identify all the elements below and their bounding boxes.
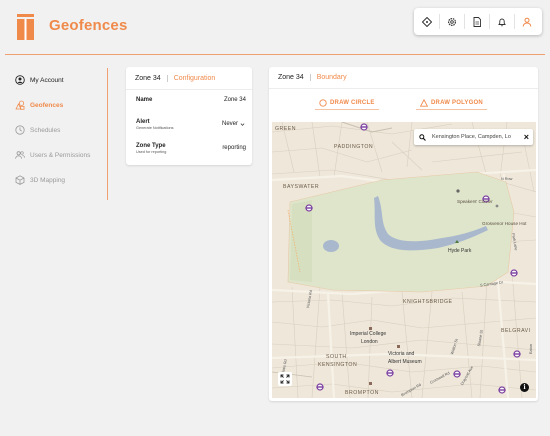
map-label-speakers-corner: Speakers' Corner [457, 199, 493, 204]
card-header: Zone 34 Boundary [269, 67, 538, 89]
map-label-brompton: BROMPTON [345, 390, 379, 396]
users-icon [15, 151, 25, 159]
settings-button[interactable] [439, 14, 464, 29]
map-label-va-1: Victoria and [388, 351, 415, 357]
fullscreen-icon [280, 374, 290, 384]
configuration-card: Zone 34 Configuration Name Zone 34 Alert… [126, 67, 252, 165]
sidebar-item-label: Geofences [30, 101, 64, 109]
header-divider [5, 54, 545, 55]
sidebar-item-users-permissions[interactable]: Users & Permissions [15, 148, 90, 162]
map-label-bayswater: BAYSWATER [283, 184, 320, 190]
sidebar-item-label: My Account [30, 76, 64, 84]
close-icon[interactable]: × [524, 132, 529, 142]
alert-select-value: Never [221, 121, 238, 127]
zone-type-value[interactable]: reporting [222, 145, 246, 151]
bell-icon [498, 18, 506, 26]
user-icon [522, 17, 532, 27]
name-row: Name Zone 34 [136, 97, 246, 103]
draw-polygon-button[interactable]: DRAW POLYGON [416, 98, 487, 110]
chevron-down-icon[interactable] [240, 122, 245, 127]
sidebar-item-label: Schedules [30, 126, 61, 134]
clock-icon [15, 125, 25, 135]
zone-type-row: Zone Type Used for reporting reporting [136, 143, 246, 154]
draw-polygon-label: DRAW POLYGON [431, 99, 483, 106]
map-label-imperial-1: Imperial College [350, 331, 387, 337]
geofence-shapes-icon [15, 100, 25, 110]
map-label-south: SOUTH [326, 354, 347, 360]
documents-button[interactable] [464, 14, 489, 29]
sidebar-item-geofences[interactable]: Geofences [15, 98, 63, 112]
tab-configuration[interactable]: Configuration [168, 75, 216, 82]
map-label-grosvenor: Grosvenor House Hot [482, 221, 527, 226]
name-value[interactable]: Zone 34 [224, 97, 246, 103]
draw-circle-button[interactable]: DRAW CIRCLE [315, 98, 379, 110]
map-label-kensington: KENSINGTON [318, 362, 358, 368]
location-diamond-icon [421, 16, 432, 27]
map-view[interactable]: GREEN PADDINGTON BAYSWATER Speakers' Cor… [272, 122, 536, 398]
tab-boundary[interactable]: Boundary [311, 74, 347, 81]
alert-row: Alert Generate Notifications Never [136, 119, 245, 130]
logo-icon [17, 14, 34, 40]
app-header: Geofences [0, 0, 550, 54]
map-label-hyde-park: Hyde Park [448, 248, 472, 254]
notifications-button[interactable] [489, 14, 514, 29]
card-header: Zone 34 Configuration [126, 67, 252, 90]
sidebar-divider [107, 68, 108, 200]
map-search-box[interactable]: Kensington Place, Campden, Lo × [414, 129, 533, 145]
sidebar-item-label: Users & Permissions [30, 151, 91, 159]
profile-button[interactable] [514, 14, 539, 29]
map-label-eaton: Eaton [529, 344, 533, 354]
map-label-imperial-2: London [361, 339, 378, 345]
settings-icon [447, 17, 457, 26]
alert-select[interactable]: Never [222, 121, 238, 127]
map-label-knightsbridge: KNIGHTSBRIDGE [403, 299, 453, 305]
sidebar-item-schedules[interactable]: Schedules [15, 123, 60, 137]
header-toolbar [414, 8, 542, 35]
boundary-card: Zone 34 Boundary DRAW CIRCLE DRAW POLYGO… [269, 67, 538, 401]
document-icon [473, 16, 481, 27]
sidebar-item-my-account[interactable]: My Account [15, 73, 64, 87]
info-icon[interactable]: i [520, 383, 529, 392]
circle-outline-icon [319, 98, 327, 107]
zone-name: Zone 34 [135, 74, 168, 82]
map-label-paddington: PADDINGTON [334, 144, 374, 150]
map-label-belgravi: BELGRAVI [501, 328, 531, 334]
triangle-outline-icon [420, 98, 428, 107]
search-icon [419, 133, 426, 141]
draw-circle-label: DRAW CIRCLE [330, 99, 375, 106]
sidebar-item-3d-mapping[interactable]: 3D Mapping [15, 173, 65, 187]
zone-name: Zone 34 [278, 74, 311, 81]
map-label-green: GREEN [275, 126, 296, 132]
account-circle-icon [15, 75, 25, 85]
cube-icon [15, 175, 25, 185]
map-search-input[interactable]: Kensington Place, Campden, Lo [432, 134, 516, 140]
map-label-va-2: Albert Museum [388, 359, 422, 365]
map-label-n-row: N Row [501, 177, 513, 181]
app-title: Geofences [49, 17, 128, 34]
fullscreen-button[interactable] [278, 372, 292, 386]
sidebar-item-label: 3D Mapping [30, 176, 66, 184]
location-button[interactable] [414, 8, 439, 35]
